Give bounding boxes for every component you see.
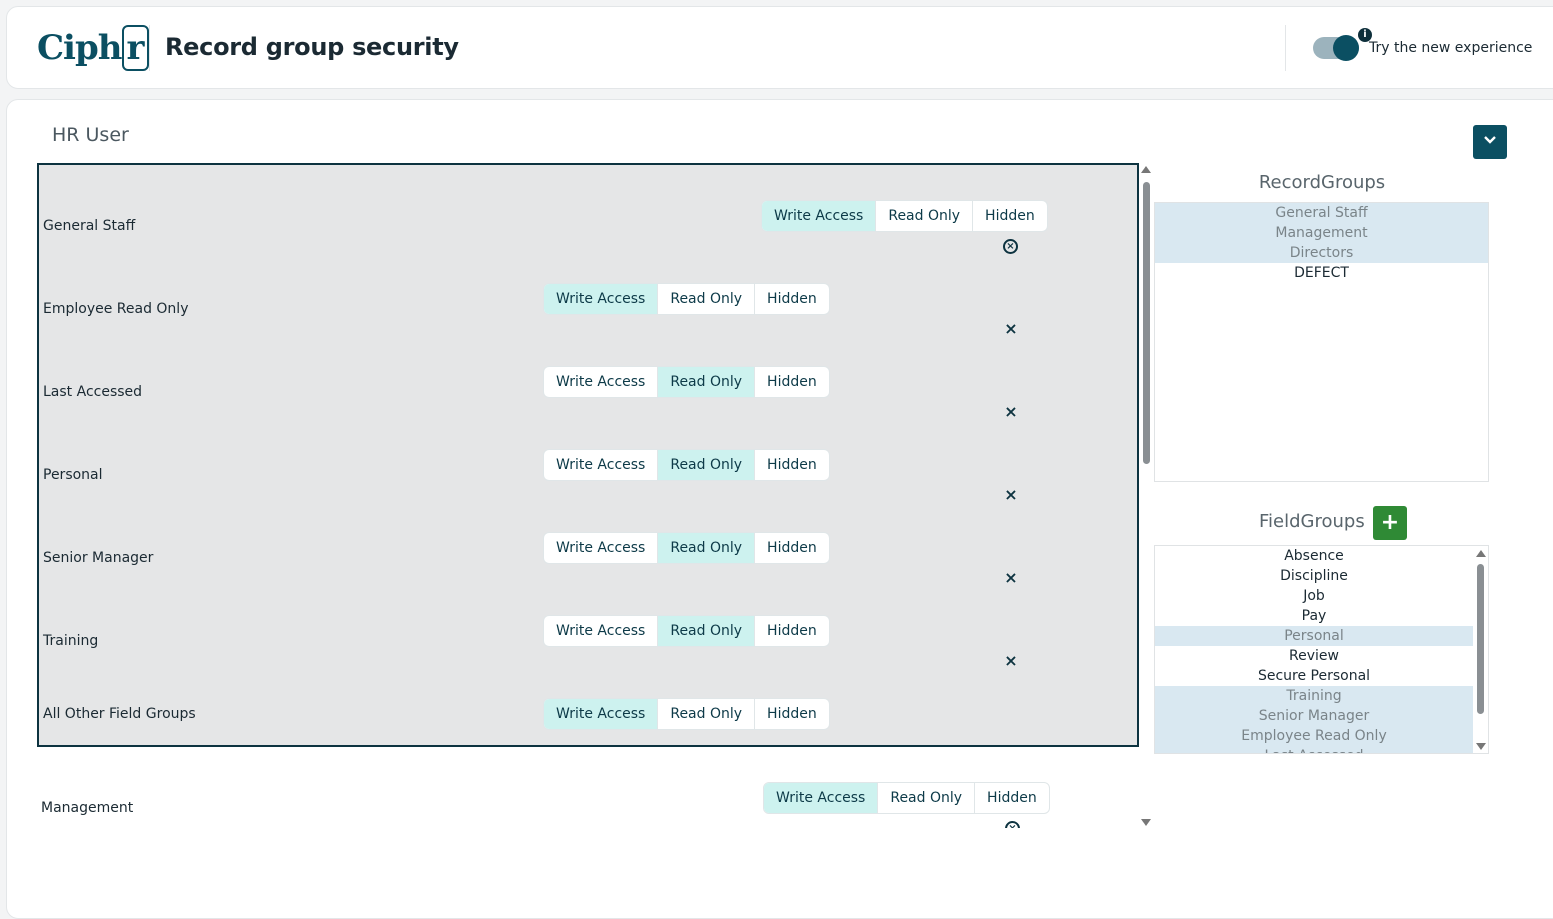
hidden-option[interactable]: Hidden (975, 783, 1049, 813)
close-icon[interactable]: × (1003, 404, 1019, 420)
list-item[interactable]: General Staff (1155, 203, 1488, 223)
list-item[interactable]: Employee Read Only (1155, 726, 1473, 746)
row-label: General Staff (43, 218, 136, 234)
access-segmented-control: Write Access Read Only Hidden (763, 782, 1050, 814)
main-card: HR User General Staff Write Access Read … (6, 99, 1553, 919)
list-item[interactable]: Directors (1155, 243, 1488, 263)
scroll-down-arrow-icon[interactable] (1476, 743, 1486, 750)
read-only-option[interactable]: Read Only (876, 201, 974, 231)
read-only-option[interactable]: Read Only (658, 450, 756, 480)
write-access-option[interactable]: Write Access (544, 450, 659, 480)
write-access-option[interactable]: Write Access (544, 533, 659, 563)
list-item[interactable]: Secure Personal (1155, 666, 1473, 686)
close-icon[interactable]: × (1003, 653, 1019, 669)
hidden-option[interactable]: Hidden (755, 450, 829, 480)
main-scrollbar[interactable] (1141, 166, 1151, 826)
hidden-option[interactable]: Hidden (755, 367, 829, 397)
access-segmented-control: Write Access Read Only Hidden (543, 698, 830, 730)
list-item[interactable]: Absence (1155, 546, 1473, 566)
field-groups-title: FieldGroups (1259, 511, 1365, 532)
toggle-label: Try the new experience (1369, 40, 1533, 56)
top-bar: Ciph r Record group security i Try the ne… (6, 6, 1553, 89)
access-segmented-control: Write Access Read Only Hidden (543, 449, 830, 481)
clip: × (1003, 820, 1023, 828)
scroll-up-arrow-icon[interactable] (1141, 166, 1151, 173)
page-title: Record group security (165, 33, 459, 61)
list-item[interactable]: DEFECT (1155, 263, 1488, 283)
remove-circle-icon[interactable]: × (1005, 821, 1020, 828)
close-icon[interactable]: × (1003, 570, 1019, 586)
field-group-panel: General Staff Write Access Read Only Hid… (37, 163, 1139, 747)
write-access-option[interactable]: Write Access (762, 201, 877, 231)
hidden-option[interactable]: Hidden (755, 699, 829, 729)
hidden-option[interactable]: Hidden (755, 284, 829, 314)
field-groups-scrollbar[interactable] (1476, 550, 1486, 750)
header-divider-right (1285, 25, 1286, 71)
access-segmented-control: Write Access Read Only Hidden (543, 283, 830, 315)
list-item[interactable]: Management (1155, 223, 1488, 243)
header-divider (149, 25, 150, 71)
list-item[interactable]: Discipline (1155, 566, 1473, 586)
list-item[interactable]: Job (1155, 586, 1473, 606)
row-label: Employee Read Only (43, 301, 189, 317)
role-title: HR User (52, 124, 129, 146)
list-item[interactable]: Training (1155, 686, 1473, 706)
field-groups-list[interactable]: Absence Discipline Job Pay Personal Revi… (1154, 545, 1489, 754)
list-item[interactable]: Last Accessed (1155, 746, 1473, 753)
row-label: Management (41, 800, 134, 816)
field-groups-items: Absence Discipline Job Pay Personal Revi… (1155, 546, 1473, 753)
close-icon[interactable]: × (1003, 321, 1019, 337)
read-only-option[interactable]: Read Only (658, 616, 756, 646)
record-groups-title: RecordGroups (1258, 172, 1386, 193)
add-field-group-button[interactable]: + (1373, 506, 1407, 540)
list-item[interactable]: Pay (1155, 606, 1473, 626)
access-segmented-control: Write Access Read Only Hidden (761, 200, 1048, 232)
write-access-option[interactable]: Write Access (544, 367, 659, 397)
write-access-option[interactable]: Write Access (544, 699, 659, 729)
scroll-thumb[interactable] (1477, 564, 1484, 714)
chevron-down-icon (1484, 136, 1496, 144)
list-item[interactable]: Review (1155, 646, 1473, 666)
read-only-option[interactable]: Read Only (658, 533, 756, 563)
read-only-option[interactable]: Read Only (878, 783, 976, 813)
hidden-option[interactable]: Hidden (973, 201, 1047, 231)
row-label: Last Accessed (43, 384, 143, 400)
read-only-option[interactable]: Read Only (658, 284, 756, 314)
row-label: Training (43, 633, 99, 649)
row-label: All Other Field Groups (43, 706, 196, 722)
write-access-option[interactable]: Write Access (544, 616, 659, 646)
ciphr-logo[interactable]: Ciph r (37, 24, 150, 72)
record-groups-list[interactable]: General Staff Management Directors DEFEC… (1154, 202, 1489, 482)
row-label: Senior Manager (43, 550, 154, 566)
new-experience-toggle[interactable] (1313, 35, 1359, 61)
list-item[interactable]: Personal (1155, 626, 1473, 646)
remove-circle-icon[interactable]: × (1003, 239, 1018, 254)
list-item[interactable]: Senior Manager (1155, 706, 1473, 726)
scroll-up-arrow-icon[interactable] (1476, 550, 1486, 557)
hidden-option[interactable]: Hidden (755, 533, 829, 563)
scroll-down-arrow-icon[interactable] (1141, 819, 1151, 826)
access-segmented-control: Write Access Read Only Hidden (543, 615, 830, 647)
scroll-thumb[interactable] (1143, 182, 1150, 464)
toggle-knob (1333, 35, 1359, 61)
write-access-option[interactable]: Write Access (544, 284, 659, 314)
access-segmented-control: Write Access Read Only Hidden (543, 366, 830, 398)
row-label: Personal (43, 467, 103, 483)
read-only-option[interactable]: Read Only (658, 367, 756, 397)
close-icon[interactable]: × (1003, 487, 1019, 503)
write-access-option[interactable]: Write Access (764, 783, 879, 813)
collapse-button[interactable] (1473, 125, 1507, 159)
hidden-option[interactable]: Hidden (755, 616, 829, 646)
read-only-option[interactable]: Read Only (658, 699, 756, 729)
access-segmented-control: Write Access Read Only Hidden (543, 532, 830, 564)
